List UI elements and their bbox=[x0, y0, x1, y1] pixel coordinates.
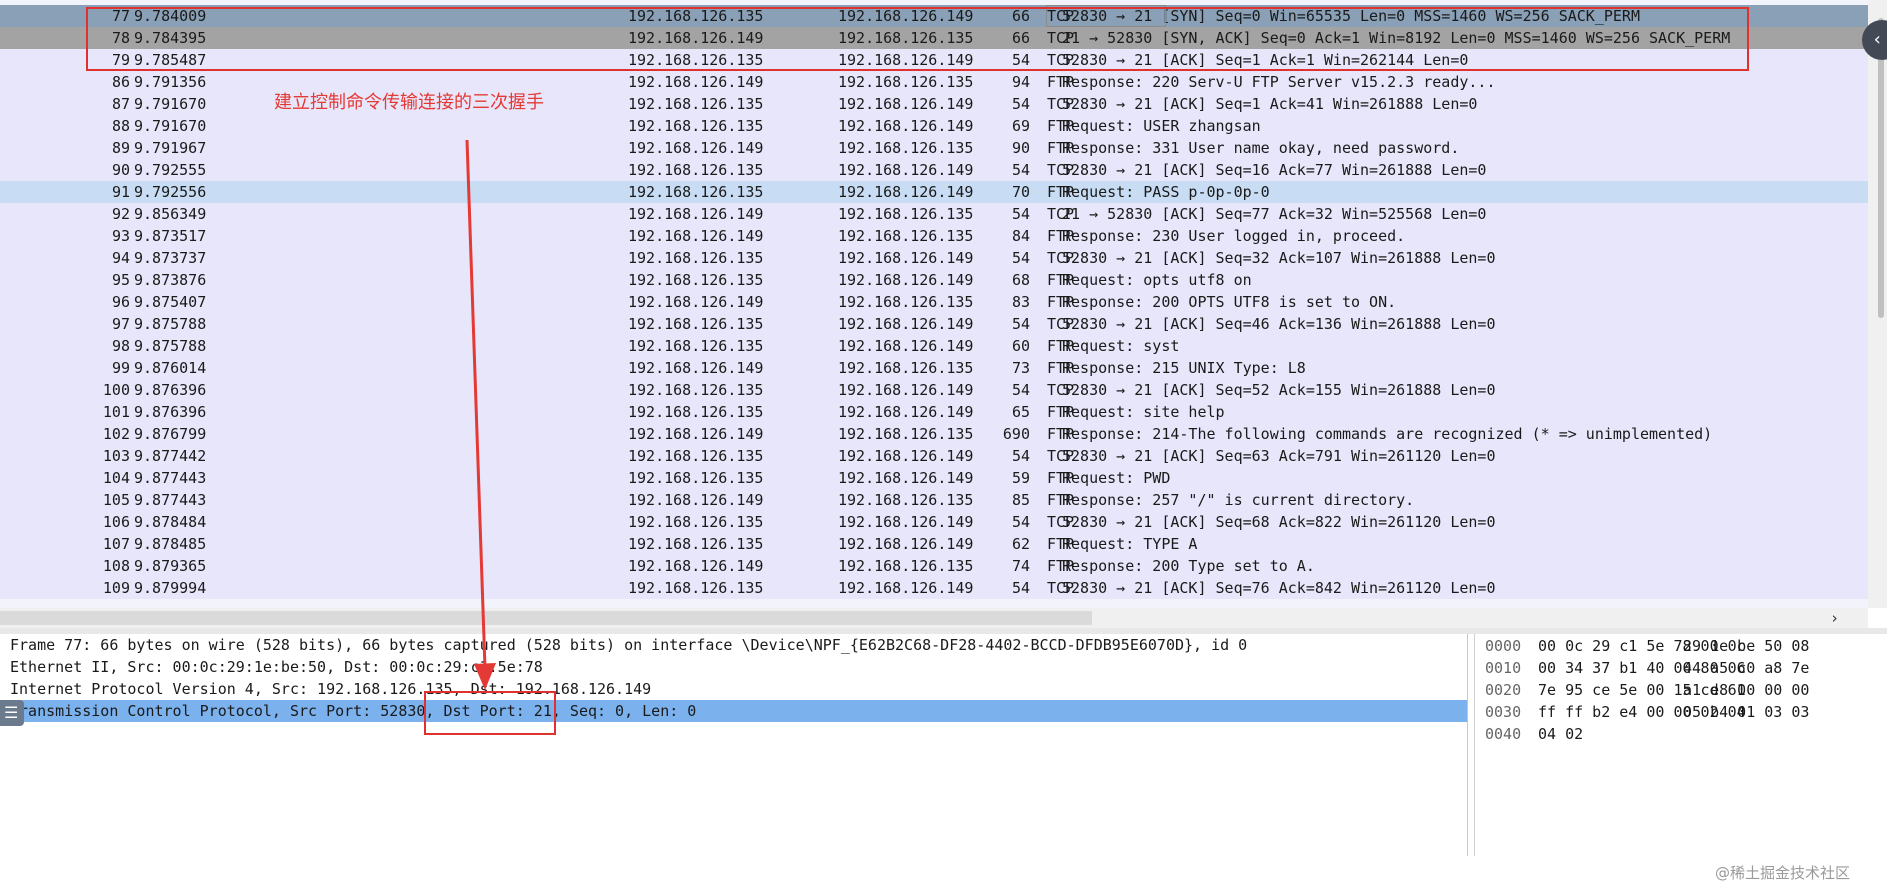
watermark: @稀土掘金技术社区 bbox=[1715, 864, 1851, 882]
annotation-arrow bbox=[465, 139, 496, 690]
